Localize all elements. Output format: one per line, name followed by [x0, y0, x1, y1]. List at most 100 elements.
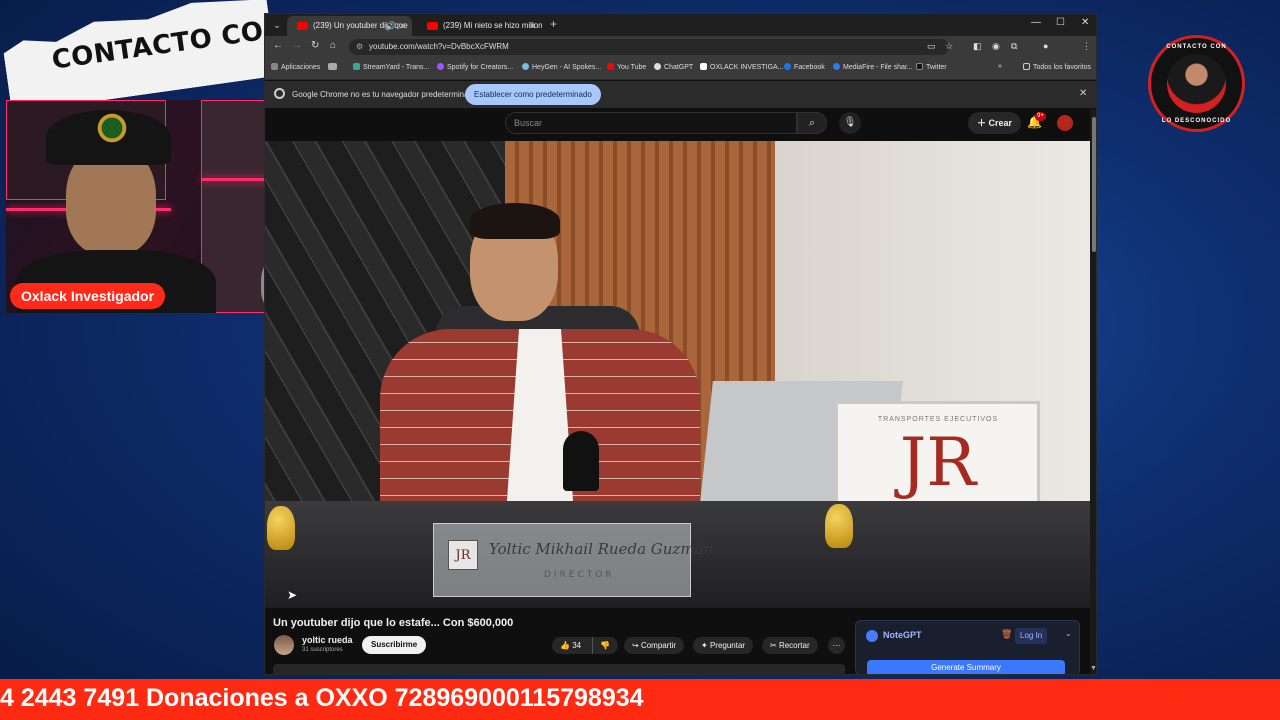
dislike-button[interactable]: 👎: [592, 637, 610, 654]
browser-toolbar: ← → ↻ ⌂ ⚙ youtube.com/watch?v=DvBbcXcFWR…: [265, 36, 1096, 58]
nameplate-logo: JR: [448, 540, 478, 570]
chrome-icon: [274, 88, 285, 99]
site-info-icon[interactable]: ⚙: [356, 39, 363, 55]
bookmark-all-favorites[interactable]: Todos los favoritos: [1023, 63, 1091, 71]
extensions-puzzle-icon[interactable]: ⧉: [1011, 41, 1017, 52]
desk-nameplate: JR Yoltic Mikhail Rueda Guzmán DIRECTOR: [433, 523, 713, 597]
address-bar[interactable]: ⚙ youtube.com/watch?v=DvBbcXcFWRM: [349, 39, 949, 55]
heygen-icon: [522, 63, 529, 70]
infobar-close-icon[interactable]: ✕: [1079, 88, 1087, 99]
reload-icon[interactable]: ↻: [311, 40, 319, 51]
share-button[interactable]: ↪ Compartir: [624, 637, 685, 654]
bookmark-star-icon[interactable]: ☆: [945, 41, 953, 52]
facebook-icon: [784, 63, 791, 70]
set-default-button[interactable]: Establecer como predeterminado: [465, 84, 601, 105]
url-text: youtube.com/watch?v=DvBbcXcFWRM: [369, 42, 509, 51]
channel-name[interactable]: yoltic rueda: [302, 635, 353, 645]
bookmarks-bar: Aplicaciones StreamYard - Trans... Spoti…: [265, 58, 1096, 80]
notegpt-login-button[interactable]: Log In: [1015, 628, 1048, 644]
bookmark-chatgpt[interactable]: ChatGPT: [654, 63, 693, 71]
generate-summary-button[interactable]: Generate Summary: [867, 660, 1065, 674]
minimize-icon[interactable]: —: [1031, 17, 1041, 28]
scrollbar-thumb[interactable]: [1092, 117, 1096, 252]
chevron-down-icon[interactable]: ⌄: [1065, 629, 1072, 638]
subscriber-count: 31 suscriptores: [302, 647, 343, 653]
youtube-favicon-icon: [297, 22, 308, 30]
donation-ticker: 4 2443 7491 Donaciones a OXXO 7289690001…: [0, 679, 1280, 720]
infobar-message: Google Chrome no es tu navegador predete…: [292, 90, 478, 99]
jr-sign-subtitle: TRANSPORTES EJECUTIVOS: [877, 416, 999, 423]
thumbs-down-icon: 👎: [600, 641, 610, 650]
hat-badge-icon: [94, 110, 130, 146]
bookmark-streamyard[interactable]: StreamYard - Trans...: [353, 63, 429, 71]
bookmark-placeholder[interactable]: [328, 63, 340, 71]
home-icon[interactable]: ⌂: [330, 40, 336, 51]
video-player[interactable]: TRANSPORTES EJECUTIVOS JR JR Yoltic Mikh…: [265, 141, 1090, 608]
subscribe-button[interactable]: Suscribirme: [362, 636, 427, 654]
tab-search-icon[interactable]: ⌄: [269, 17, 285, 33]
audio-icon[interactable]: 🔊: [385, 16, 396, 36]
description-box[interactable]: [273, 664, 845, 674]
like-dislike-group: 👍 34 👎: [552, 637, 618, 654]
x-twitter-icon: [916, 63, 923, 70]
bookmark-apps[interactable]: Aplicaciones: [271, 63, 320, 71]
extension-icon[interactable]: ◉: [992, 41, 1000, 52]
presenter-hair: [470, 203, 560, 239]
profile-avatar-icon[interactable]: ●: [1043, 41, 1048, 51]
tab-close-icon[interactable]: ✕: [399, 16, 407, 36]
extension-icon[interactable]: ◧: [973, 41, 982, 52]
clip-button[interactable]: ✂ Recortar: [762, 637, 818, 654]
more-actions-icon[interactable]: ⋯: [828, 637, 845, 654]
notegpt-title: NoteGPT: [883, 630, 922, 640]
oxlack-icon: [700, 63, 707, 70]
bookmark-icon: [328, 63, 337, 70]
default-browser-infobar: Google Chrome no es tu navegador predete…: [265, 81, 1096, 108]
voice-search-icon[interactable]: 🎙: [839, 112, 861, 134]
ask-button[interactable]: ✦ Preguntar: [693, 637, 754, 654]
cast-icon[interactable]: ▭: [927, 41, 936, 52]
new-tab-icon[interactable]: +: [550, 17, 557, 31]
logo-top-text: CONTACTO CON: [1166, 44, 1227, 50]
trash-icon[interactable]: 🗑: [1001, 629, 1012, 640]
back-icon[interactable]: ←: [273, 40, 283, 51]
streamer-name-tag: Oxlack Investigador: [10, 283, 166, 309]
tab-nieto[interactable]: (239) Mi nieto se hizo millonari ✕: [417, 16, 542, 36]
share-icon: ↪: [632, 641, 641, 650]
gold-statue: [267, 506, 295, 550]
like-button[interactable]: 👍 34: [560, 637, 581, 654]
folder-icon: [1023, 63, 1030, 70]
bookmark-twitter[interactable]: Twitter: [916, 63, 947, 71]
channel-avatar[interactable]: [274, 635, 294, 655]
create-button[interactable]: ＋ Crear: [968, 112, 1022, 134]
tab-youtuber[interactable]: (239) Un youtuber dijo que 🔊 ✕: [287, 16, 412, 36]
bookmark-heygen[interactable]: HeyGen - AI Spokes...: [522, 63, 601, 71]
bookmark-mediafire[interactable]: MediaFire - File shar...: [833, 63, 913, 71]
scroll-down-arrow-icon[interactable]: ▼: [1090, 665, 1096, 672]
tab-strip: ⌄ (239) Un youtuber dijo que 🔊 ✕ (239) M…: [265, 14, 1096, 36]
gold-statue: [825, 504, 853, 548]
menu-dots-icon[interactable]: ⋮: [1082, 41, 1091, 52]
tab-close-icon[interactable]: ✕: [529, 16, 537, 36]
bookmark-oxlack[interactable]: OXLACK INVESTIGA...: [700, 63, 784, 71]
notegpt-panel: NoteGPT 🗑 Log In ⌄ Generate Summary: [855, 620, 1080, 674]
youtube-icon: [607, 63, 614, 70]
window-close-icon[interactable]: ✕: [1081, 17, 1089, 28]
notegpt-logo-icon: [866, 630, 878, 642]
nameplate-name: Yoltic Mikhail Rueda Guzmán: [489, 540, 714, 558]
forward-icon[interactable]: →: [292, 40, 302, 51]
mouse-cursor-icon: ➤: [287, 588, 298, 602]
search-icon[interactable]: ⌕: [797, 112, 827, 134]
bookmarks-overflow-icon[interactable]: »: [998, 63, 1002, 70]
bookmark-youtube[interactable]: You Tube: [607, 63, 646, 71]
logo-portrait: [1167, 54, 1226, 113]
search-input[interactable]: Buscar: [505, 112, 797, 134]
account-avatar[interactable]: [1057, 115, 1073, 131]
spotify-icon: [437, 63, 444, 70]
chatgpt-icon: [654, 63, 661, 70]
bookmark-spotify[interactable]: Spotify for Creators...: [437, 63, 513, 71]
channel-logo-badge: CONTACTO CON LO DESCONOCIDO: [1148, 35, 1245, 132]
maximize-icon[interactable]: ☐: [1056, 17, 1065, 28]
bookmark-facebook[interactable]: Facebook: [784, 63, 825, 71]
mediafire-icon: [833, 63, 840, 70]
scissors-icon: ✂: [770, 641, 779, 650]
